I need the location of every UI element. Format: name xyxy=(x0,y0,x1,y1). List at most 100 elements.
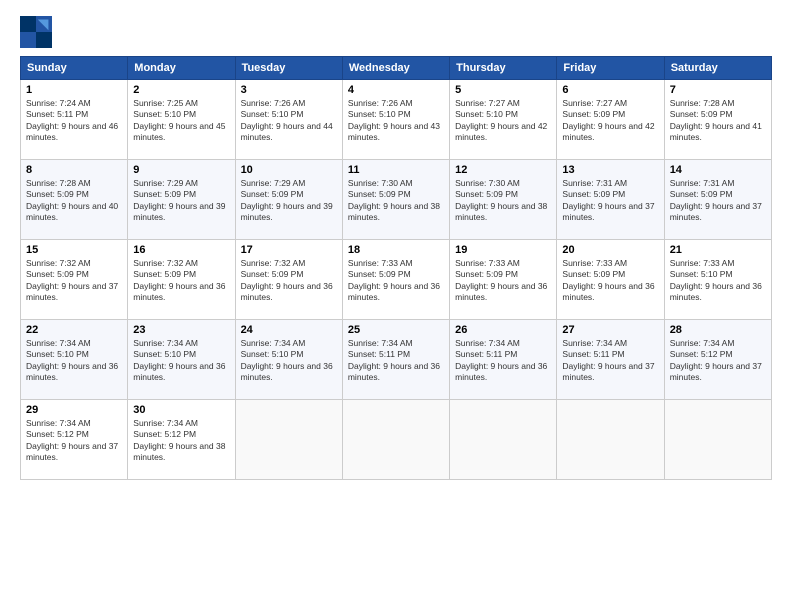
calendar-week-3: 22 Sunrise: 7:34 AM Sunset: 5:10 PM Dayl… xyxy=(21,320,772,400)
sunrise-info: Sunrise: 7:34 AM xyxy=(670,338,766,349)
day-info: Sunrise: 7:26 AM Sunset: 5:10 PM Dayligh… xyxy=(241,98,337,144)
sunrise-info: Sunrise: 7:34 AM xyxy=(26,338,122,349)
sunset-info: Sunset: 5:11 PM xyxy=(562,349,658,360)
calendar-header-wednesday: Wednesday xyxy=(342,57,449,80)
calendar-header-saturday: Saturday xyxy=(664,57,771,80)
daylight-info: Daylight: 9 hours and 36 minutes. xyxy=(133,281,229,304)
calendar-cell xyxy=(664,400,771,480)
sunrise-info: Sunrise: 7:34 AM xyxy=(26,418,122,429)
day-info: Sunrise: 7:30 AM Sunset: 5:09 PM Dayligh… xyxy=(348,178,444,224)
daylight-info: Daylight: 9 hours and 44 minutes. xyxy=(241,121,337,144)
calendar-cell: 9 Sunrise: 7:29 AM Sunset: 5:09 PM Dayli… xyxy=(128,160,235,240)
day-number: 16 xyxy=(133,244,229,256)
sunset-info: Sunset: 5:10 PM xyxy=(670,269,766,280)
day-info: Sunrise: 7:34 AM Sunset: 5:10 PM Dayligh… xyxy=(26,338,122,384)
day-info: Sunrise: 7:32 AM Sunset: 5:09 PM Dayligh… xyxy=(133,258,229,304)
calendar-cell: 17 Sunrise: 7:32 AM Sunset: 5:09 PM Dayl… xyxy=(235,240,342,320)
calendar-cell: 11 Sunrise: 7:30 AM Sunset: 5:09 PM Dayl… xyxy=(342,160,449,240)
day-info: Sunrise: 7:34 AM Sunset: 5:11 PM Dayligh… xyxy=(455,338,551,384)
sunrise-info: Sunrise: 7:27 AM xyxy=(562,98,658,109)
day-number: 24 xyxy=(241,324,337,336)
daylight-info: Daylight: 9 hours and 42 minutes. xyxy=(562,121,658,144)
daylight-info: Daylight: 9 hours and 36 minutes. xyxy=(26,361,122,384)
sunset-info: Sunset: 5:09 PM xyxy=(670,189,766,200)
calendar-cell: 30 Sunrise: 7:34 AM Sunset: 5:12 PM Dayl… xyxy=(128,400,235,480)
sunset-info: Sunset: 5:10 PM xyxy=(26,349,122,360)
sunrise-info: Sunrise: 7:27 AM xyxy=(455,98,551,109)
day-info: Sunrise: 7:34 AM Sunset: 5:12 PM Dayligh… xyxy=(670,338,766,384)
header xyxy=(20,16,772,48)
calendar-cell xyxy=(450,400,557,480)
daylight-info: Daylight: 9 hours and 37 minutes. xyxy=(26,281,122,304)
sunset-info: Sunset: 5:10 PM xyxy=(455,109,551,120)
calendar-cell: 8 Sunrise: 7:28 AM Sunset: 5:09 PM Dayli… xyxy=(21,160,128,240)
calendar-cell: 24 Sunrise: 7:34 AM Sunset: 5:10 PM Dayl… xyxy=(235,320,342,400)
daylight-info: Daylight: 9 hours and 36 minutes. xyxy=(241,281,337,304)
calendar-table: SundayMondayTuesdayWednesdayThursdayFrid… xyxy=(20,56,772,480)
daylight-info: Daylight: 9 hours and 37 minutes. xyxy=(670,361,766,384)
day-info: Sunrise: 7:34 AM Sunset: 5:10 PM Dayligh… xyxy=(241,338,337,384)
calendar-cell: 12 Sunrise: 7:30 AM Sunset: 5:09 PM Dayl… xyxy=(450,160,557,240)
day-number: 4 xyxy=(348,84,444,96)
calendar-header-row: SundayMondayTuesdayWednesdayThursdayFrid… xyxy=(21,57,772,80)
sunrise-info: Sunrise: 7:31 AM xyxy=(670,178,766,189)
daylight-info: Daylight: 9 hours and 36 minutes. xyxy=(455,361,551,384)
day-number: 27 xyxy=(562,324,658,336)
sunset-info: Sunset: 5:09 PM xyxy=(348,189,444,200)
calendar-cell: 28 Sunrise: 7:34 AM Sunset: 5:12 PM Dayl… xyxy=(664,320,771,400)
sunrise-info: Sunrise: 7:33 AM xyxy=(562,258,658,269)
day-number: 13 xyxy=(562,164,658,176)
day-number: 8 xyxy=(26,164,122,176)
calendar-cell: 13 Sunrise: 7:31 AM Sunset: 5:09 PM Dayl… xyxy=(557,160,664,240)
day-number: 19 xyxy=(455,244,551,256)
day-info: Sunrise: 7:30 AM Sunset: 5:09 PM Dayligh… xyxy=(455,178,551,224)
day-info: Sunrise: 7:34 AM Sunset: 5:12 PM Dayligh… xyxy=(133,418,229,464)
daylight-info: Daylight: 9 hours and 36 minutes. xyxy=(455,281,551,304)
sunset-info: Sunset: 5:10 PM xyxy=(133,349,229,360)
page: SundayMondayTuesdayWednesdayThursdayFrid… xyxy=(0,0,792,612)
day-info: Sunrise: 7:26 AM Sunset: 5:10 PM Dayligh… xyxy=(348,98,444,144)
calendar-week-0: 1 Sunrise: 7:24 AM Sunset: 5:11 PM Dayli… xyxy=(21,80,772,160)
sunset-info: Sunset: 5:10 PM xyxy=(241,349,337,360)
sunset-info: Sunset: 5:09 PM xyxy=(562,109,658,120)
daylight-info: Daylight: 9 hours and 36 minutes. xyxy=(241,361,337,384)
day-number: 25 xyxy=(348,324,444,336)
day-info: Sunrise: 7:31 AM Sunset: 5:09 PM Dayligh… xyxy=(670,178,766,224)
day-info: Sunrise: 7:29 AM Sunset: 5:09 PM Dayligh… xyxy=(241,178,337,224)
sunrise-info: Sunrise: 7:34 AM xyxy=(455,338,551,349)
calendar-cell: 5 Sunrise: 7:27 AM Sunset: 5:10 PM Dayli… xyxy=(450,80,557,160)
sunset-info: Sunset: 5:09 PM xyxy=(241,189,337,200)
daylight-info: Daylight: 9 hours and 36 minutes. xyxy=(670,281,766,304)
sunset-info: Sunset: 5:09 PM xyxy=(455,269,551,280)
daylight-info: Daylight: 9 hours and 38 minutes. xyxy=(348,201,444,224)
calendar-cell: 1 Sunrise: 7:24 AM Sunset: 5:11 PM Dayli… xyxy=(21,80,128,160)
daylight-info: Daylight: 9 hours and 43 minutes. xyxy=(348,121,444,144)
calendar-cell: 26 Sunrise: 7:34 AM Sunset: 5:11 PM Dayl… xyxy=(450,320,557,400)
day-number: 3 xyxy=(241,84,337,96)
day-info: Sunrise: 7:34 AM Sunset: 5:12 PM Dayligh… xyxy=(26,418,122,464)
calendar-cell xyxy=(342,400,449,480)
sunrise-info: Sunrise: 7:28 AM xyxy=(26,178,122,189)
day-info: Sunrise: 7:25 AM Sunset: 5:10 PM Dayligh… xyxy=(133,98,229,144)
day-info: Sunrise: 7:33 AM Sunset: 5:09 PM Dayligh… xyxy=(348,258,444,304)
sunset-info: Sunset: 5:09 PM xyxy=(455,189,551,200)
calendar-header-sunday: Sunday xyxy=(21,57,128,80)
day-info: Sunrise: 7:31 AM Sunset: 5:09 PM Dayligh… xyxy=(562,178,658,224)
day-info: Sunrise: 7:32 AM Sunset: 5:09 PM Dayligh… xyxy=(241,258,337,304)
daylight-info: Daylight: 9 hours and 45 minutes. xyxy=(133,121,229,144)
day-number: 14 xyxy=(670,164,766,176)
logo xyxy=(20,16,56,48)
sunset-info: Sunset: 5:09 PM xyxy=(562,269,658,280)
calendar-cell: 23 Sunrise: 7:34 AM Sunset: 5:10 PM Dayl… xyxy=(128,320,235,400)
daylight-info: Daylight: 9 hours and 36 minutes. xyxy=(133,361,229,384)
logo-icon xyxy=(20,16,52,48)
day-number: 18 xyxy=(348,244,444,256)
daylight-info: Daylight: 9 hours and 41 minutes. xyxy=(670,121,766,144)
calendar-cell: 4 Sunrise: 7:26 AM Sunset: 5:10 PM Dayli… xyxy=(342,80,449,160)
day-info: Sunrise: 7:34 AM Sunset: 5:10 PM Dayligh… xyxy=(133,338,229,384)
sunrise-info: Sunrise: 7:30 AM xyxy=(455,178,551,189)
day-number: 20 xyxy=(562,244,658,256)
day-number: 9 xyxy=(133,164,229,176)
calendar-header-friday: Friday xyxy=(557,57,664,80)
day-number: 11 xyxy=(348,164,444,176)
